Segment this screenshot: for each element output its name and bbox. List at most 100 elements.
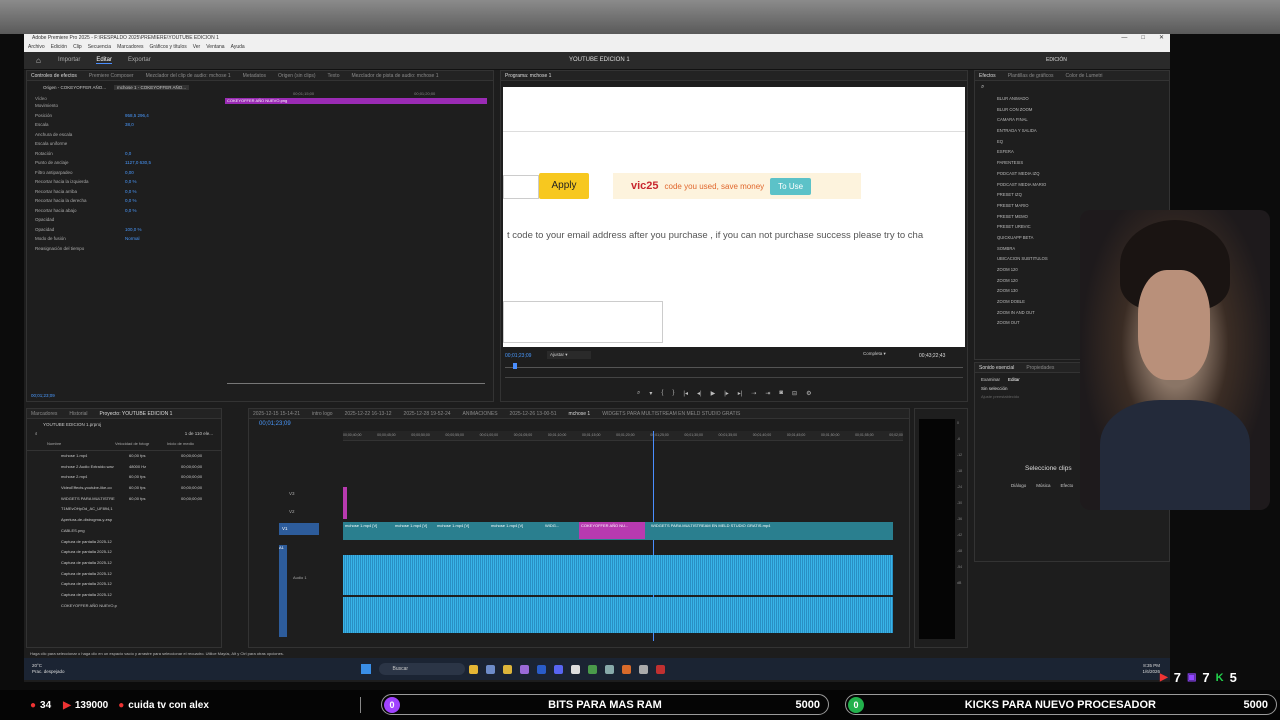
play-icon[interactable]: ▶ [711, 390, 716, 397]
timeline-tab[interactable]: 2025-12-28 19-52-24 [404, 409, 451, 418]
app-icon[interactable] [468, 664, 478, 674]
effect-preset-item[interactable]: PODCAST MEDIA IZQ [997, 169, 1169, 180]
export-frame-icon[interactable]: ◙ [779, 390, 783, 397]
discord-icon[interactable] [553, 664, 563, 674]
track-v3[interactable]: V3 [289, 491, 295, 496]
project-item[interactable]: COKEYOFFER AÑO NUEVO.p [27, 601, 221, 612]
tab-metadata[interactable]: Metadatos [243, 71, 266, 80]
col-start[interactable]: Inicio de medio [167, 441, 194, 446]
effect-property-row[interactable]: Escala uniforme [27, 139, 222, 149]
workspace-label[interactable]: EDICIÓN [1046, 57, 1067, 63]
program-scrubber[interactable] [505, 367, 963, 368]
video-clip[interactable]: mchose 1.mp4 [V] [343, 522, 391, 539]
step-back-icon[interactable]: ◂| [697, 390, 702, 397]
sequence-selector[interactable]: mchose 1 - COKEYOFFER AÑO... [114, 85, 190, 90]
project-search-icon[interactable]: ⌕ [35, 431, 38, 436]
project-item[interactable]: VideoEffects-youtube-like-co 60,00 fps 00;… [27, 483, 221, 494]
effect-property-row[interactable]: Anchura de escala [27, 130, 222, 140]
program-timecode[interactable]: 00;01;23;09 [505, 353, 531, 359]
effect-preset-item[interactable]: PARENTESIS [997, 158, 1169, 169]
fit-dropdown[interactable]: Ajustar ▾ [547, 351, 591, 359]
app-icon[interactable] [638, 664, 648, 674]
video-clip[interactable]: mchose 1.mp4 [V] [489, 522, 541, 539]
program-zoom-bar[interactable] [505, 377, 963, 378]
effect-preset-item[interactable]: CAMARA FINAL [997, 115, 1169, 126]
go-to-in-icon[interactable]: |◂ [683, 390, 688, 397]
project-item[interactable]: WIDGETS PARA MULTISTRE 60,00 fps 00;00;00;… [27, 494, 221, 505]
tab-editar[interactable]: Editar [96, 57, 113, 64]
ec-zoom-bar[interactable] [227, 383, 485, 384]
overwrite-icon[interactable]: ⇥ [765, 390, 770, 397]
effect-property-row[interactable]: Posición 958,5 296,4 [27, 111, 222, 121]
app-icon[interactable] [485, 664, 495, 674]
app-icon[interactable] [655, 664, 665, 674]
menu-marcadores[interactable]: Marcadores [117, 43, 143, 52]
clock[interactable]: 8:35 PM 1/6/2026 [1142, 663, 1160, 675]
effect-property-row[interactable]: Movimiento [27, 101, 222, 111]
effect-property-row[interactable]: Rotación 0,0 [27, 149, 222, 159]
video-clip[interactable]: WIDG... [543, 522, 573, 539]
effect-preset-item[interactable]: BLUR CON ZOOM [997, 105, 1169, 116]
effect-property-value[interactable]: 0,0 % [125, 177, 137, 187]
app-icon[interactable] [570, 664, 580, 674]
home-icon[interactable]: ⌂ [36, 56, 41, 65]
tab-clip-audio-mixer[interactable]: Mezclador del clip de audio: mchose 1 [146, 71, 231, 80]
quality-dropdown[interactable]: Completa ▾ [863, 351, 886, 357]
tab-project[interactable]: Proyecto: YOUTUBE EDICION 1 [99, 409, 172, 418]
app-icon[interactable] [604, 664, 614, 674]
effect-property-value[interactable]: 1127,0 630,5 [125, 158, 151, 168]
go-to-out-icon[interactable]: ▸| [738, 390, 743, 397]
effect-property-value[interactable]: 0,0 [125, 149, 131, 159]
tab-premiere-composer[interactable]: Premiere Composer [89, 71, 134, 80]
effect-property-value[interactable]: 100,0 % [125, 225, 142, 235]
menu-archivo[interactable]: Archivo [28, 43, 45, 52]
tab-effects[interactable]: Efectos [979, 71, 996, 80]
effect-property-value[interactable]: 38,0 [125, 120, 134, 130]
menu-edicion[interactable]: Edición [51, 43, 67, 52]
project-item[interactable]: CABLES.png [27, 526, 221, 537]
effect-preset-item[interactable]: BLUR ANIMADO [997, 94, 1169, 105]
track-v2[interactable]: V2 [289, 509, 295, 514]
effect-preset-item[interactable]: ENTRADA Y SALIDA [997, 126, 1169, 137]
tab-markers[interactable]: Marcadores [31, 409, 57, 418]
timeline-tab[interactable]: WIDGETS PARA MULTISTREAM EN MELD STUDIO … [602, 409, 740, 418]
effect-property-row[interactable]: Recortar hacia arriba 0,0 % [27, 187, 222, 197]
effect-property-value[interactable]: 0,0 % [125, 196, 137, 206]
ec-clip-bar[interactable]: COKEYOFFER AÑO NUEVO.png [225, 98, 487, 104]
effect-preset-item[interactable]: PODCAST MEDIA MARIO [997, 180, 1169, 191]
menu-secuencia[interactable]: Secuencia [88, 43, 111, 52]
video-clip[interactable]: mchose 1.mp4 [V] [435, 522, 487, 539]
timeline-tab[interactable]: 2025-12-22 16-13-12 [345, 409, 392, 418]
marker-icon[interactable]: ▾ [649, 390, 652, 397]
chrome-icon[interactable] [587, 664, 597, 674]
to-use-button[interactable]: To Use [770, 177, 812, 195]
tab-lumetri-color[interactable]: Color de Lumetri [1066, 71, 1103, 80]
menu-ventana[interactable]: Ventana [206, 43, 224, 52]
col-name[interactable]: Nombre [47, 441, 107, 446]
project-item[interactable]: Captura de pantalla 2025-12 [27, 579, 221, 590]
email-textarea[interactable] [503, 301, 663, 343]
tab-essential-sound[interactable]: Sonido esencial [979, 363, 1014, 372]
effect-property-row[interactable]: Modo de fusión Normal [27, 234, 222, 244]
dialog-button[interactable]: Diálogo [1011, 483, 1026, 488]
project-item[interactable]: Apertura-de-distrogma-y-esp [27, 515, 221, 526]
effect-property-value[interactable]: 0,0 % [125, 187, 137, 197]
tab-program[interactable]: Programa: mchose 1 [505, 71, 551, 80]
menu-clip[interactable]: Clip [73, 43, 82, 52]
timeline-tab[interactable]: ANIMACIONES [463, 409, 498, 418]
tab-effect-controls[interactable]: Controles de efectos [31, 71, 77, 80]
taskbar-search[interactable]: Buscar [378, 663, 465, 675]
source-selector[interactable]: Origen - COKEYOFFER AÑO... [43, 85, 106, 90]
tab-properties[interactable]: Propiedades [1026, 363, 1054, 372]
menu-ver[interactable]: Ver [193, 43, 201, 52]
tab-exportar[interactable]: Exportar [128, 57, 151, 64]
timeline-tab[interactable]: 2025-12-26 13-00-51 [510, 409, 557, 418]
minimize-button[interactable]: — [1121, 34, 1127, 43]
v2-clip[interactable] [343, 487, 347, 519]
mark-in-icon[interactable]: ⌕ [637, 390, 640, 397]
project-item[interactable]: mchose 2.mp4 60,00 fps 00;00;00;00 [27, 472, 221, 483]
effects-search[interactable]: ⌕ [975, 81, 1169, 94]
effect-property-row[interactable]: Recortar hacia la derecha 0,0 % [27, 196, 222, 206]
project-item[interactable]: mchose 2 Audio Extraído.wav 48000 Hz 00;00… [27, 462, 221, 473]
effect-property-value[interactable]: 0,0 % [125, 206, 137, 216]
